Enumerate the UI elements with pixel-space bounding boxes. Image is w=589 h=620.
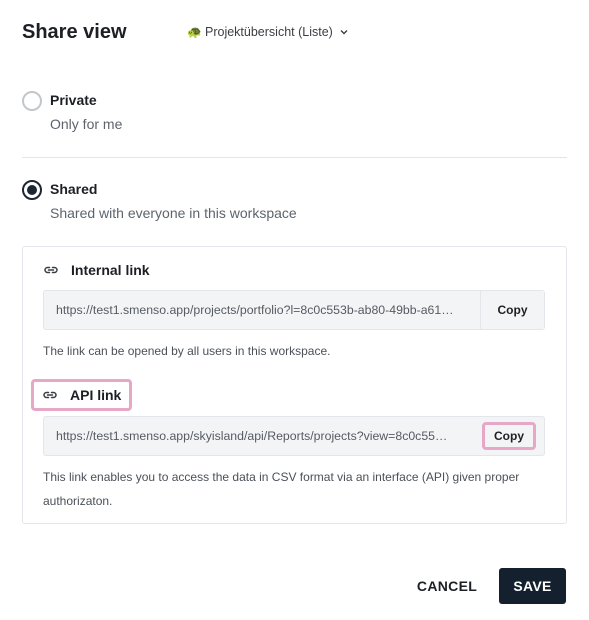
api-link-note: This link enables you to access the data…	[43, 470, 520, 508]
cancel-button[interactable]: CANCEL	[411, 568, 483, 604]
internal-link-copy-button[interactable]: Copy	[480, 291, 544, 329]
internal-link-note: The link can be opened by all users in t…	[43, 344, 331, 358]
api-link-title: API link	[70, 387, 122, 403]
chevron-down-icon	[340, 30, 348, 35]
shared-option[interactable]: Shared Shared with everyone in this work…	[22, 180, 297, 222]
share-links-panel: Internal link https://test1.smenso.app/p…	[22, 246, 567, 524]
shared-radio[interactable]	[22, 180, 42, 200]
private-description: Only for me	[50, 116, 123, 132]
api-link-copy-button[interactable]: Copy	[482, 422, 536, 450]
view-selector-label: Projektübersicht (Liste)	[205, 25, 333, 39]
internal-link-url[interactable]: https://test1.smenso.app/projects/portfo…	[44, 303, 480, 317]
internal-link-field: https://test1.smenso.app/projects/portfo…	[43, 290, 545, 330]
internal-link-header: Internal link	[43, 262, 150, 278]
internal-link-title: Internal link	[71, 262, 150, 278]
private-label: Private	[50, 92, 97, 108]
view-selector-dropdown[interactable]: 🐢 Projektübersicht (Liste)	[187, 25, 349, 39]
shared-description: Shared with everyone in this workspace	[50, 205, 297, 221]
api-link-field: https://test1.smenso.app/skyisland/api/R…	[43, 416, 545, 456]
link-icon	[43, 391, 57, 399]
turtle-emoji-icon: 🐢	[187, 25, 202, 39]
divider	[22, 157, 567, 158]
api-link-url[interactable]: https://test1.smenso.app/skyisland/api/R…	[44, 429, 480, 443]
link-icon	[44, 266, 58, 274]
api-link-header: API link	[31, 379, 133, 411]
save-button[interactable]: SAVE	[499, 568, 566, 604]
private-radio[interactable]	[22, 91, 42, 111]
dialog-title: Share view	[22, 21, 127, 43]
private-option[interactable]: Private Only for me	[22, 91, 122, 133]
share-view-dialog: Share view 🐢 Projektübersicht (Liste) Pr…	[0, 0, 589, 620]
shared-label: Shared	[50, 181, 98, 197]
